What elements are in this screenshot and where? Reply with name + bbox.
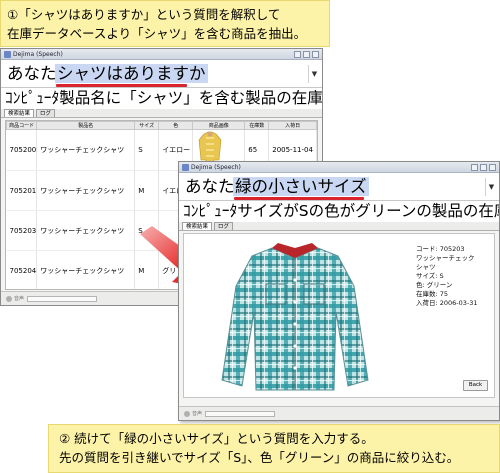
cell-code: 705200: [6, 129, 38, 171]
close-button[interactable]: [312, 51, 319, 58]
query-input[interactable]: 緑の小さいサイズ: [233, 177, 369, 197]
column-header-name[interactable]: 製品名: [36, 121, 136, 130]
caption-step2-line2: 先の質問を引き継いでサイズ「S」、色「グリーン」の商品に絞り込む。: [59, 450, 460, 465]
query-bar: あなた シャツはありますか ▼: [1, 60, 322, 88]
query-bar: あなた 緑の小さいサイズ ▼: [179, 173, 499, 201]
query-text: シャツはありますか: [55, 64, 208, 83]
computer-response: ｺﾝﾋﾟｭｰﾀ製品名に「シャツ」を含む製品の在庫を検: [1, 88, 322, 109]
caption-step1-line2: 在庫データベースより「シャツ」を含む商品を抽出。: [7, 26, 307, 41]
window-titlebar: Dejima (Speech): [1, 49, 322, 60]
caption-step1-line1: ①「シャツはありますか」という質問を解釈して: [7, 7, 281, 22]
cell-name: ワッシャーチェックシャツ: [36, 129, 136, 171]
detail-color: 色: グリーン: [416, 281, 453, 289]
window-titlebar: Dejima (Speech): [179, 162, 499, 173]
computer-response: ｺﾝﾋﾟｭｰﾀサイズがSの色がグリーンの製品の在庫を: [179, 201, 499, 222]
status-label: 音声: [192, 411, 203, 417]
cell-size: S: [134, 129, 160, 171]
status-label: 音声: [14, 296, 25, 302]
detail-name-line1: ワッシャーチェック: [416, 254, 475, 262]
app-window-followup-query: Dejima (Speech) あなた 緑の小さいサイズ ▼ ｺﾝﾋﾟｭｰﾀサイ…: [178, 161, 500, 421]
status-bar: 音声: [179, 406, 499, 420]
app-icon: [4, 51, 11, 58]
cell-size: M: [134, 170, 160, 211]
tab-bar: 検索結果 ログ: [1, 109, 322, 118]
audio-level-bar: [27, 296, 97, 302]
cell-name: ワッシャーチェックシャツ: [36, 210, 136, 251]
chevron-down-icon[interactable]: ▼: [308, 65, 320, 83]
caption-step1: ①「シャツはありますか」という質問を解釈して 在庫データベースより「シャツ」を含…: [0, 0, 330, 47]
product-detail-pane: コード: 705203 ワッシャーチェック シャツ サイズ: S 色: グリーン…: [183, 233, 495, 398]
green-plaid-shirt-image: [221, 243, 369, 391]
emphasis-underline: [234, 197, 364, 200]
caption-step2: ② 続けて「緑の小さいサイズ」という質問を入力する。 先の質問を引き継いでサイズ…: [48, 424, 500, 473]
back-button[interactable]: Back: [463, 380, 488, 391]
minimize-button[interactable]: [471, 164, 478, 171]
tab-search-results[interactable]: 検索結果: [4, 109, 35, 117]
window-title: Dejima (Speech): [13, 51, 63, 58]
product-info: コード: 705203 ワッシャーチェック シャツ サイズ: S 色: グリーン…: [416, 245, 478, 308]
window-title: Dejima (Speech): [191, 164, 241, 171]
cell-name: ワッシャーチェックシャツ: [36, 170, 136, 211]
cell-code: 705203: [6, 210, 38, 251]
detail-size: サイズ: S: [416, 272, 444, 280]
detail-stock: 在庫数: 75: [416, 290, 449, 298]
column-header-image[interactable]: 商品画像: [192, 121, 246, 130]
detail-arrival-date: 入荷日: 2006-03-31: [416, 299, 478, 307]
user-label: あなた: [185, 177, 235, 196]
detail-name-line2: シャツ: [416, 263, 436, 271]
column-header-color[interactable]: 色: [158, 121, 194, 130]
cell-code: 705204: [6, 250, 38, 289]
tab-search-results[interactable]: 検索結果: [182, 222, 213, 230]
maximize-button[interactable]: [303, 51, 310, 58]
maximize-button[interactable]: [480, 164, 487, 171]
tab-log[interactable]: ログ: [36, 109, 56, 117]
column-header-date[interactable]: 入荷日: [268, 121, 317, 130]
detail-code: コード: 705203: [416, 245, 465, 253]
cell-code: 705201: [6, 170, 38, 211]
app-icon: [182, 164, 189, 171]
query-text: 緑の小さいサイズ: [233, 177, 369, 196]
caption-step2-line1: ② 続けて「緑の小さいサイズ」という質問を入力する。: [59, 431, 374, 446]
column-header-size[interactable]: サイズ: [134, 121, 160, 130]
column-header-code[interactable]: 商品コード: [6, 121, 38, 130]
tab-log[interactable]: ログ: [214, 222, 234, 230]
audio-level-bar: [205, 411, 275, 417]
microphone-icon: [6, 296, 12, 302]
query-input[interactable]: シャツはありますか: [55, 64, 208, 84]
microphone-icon: [184, 411, 190, 417]
tab-bar: 検索結果 ログ: [179, 222, 499, 231]
cell-name: ワッシャーチェックシャツ: [36, 250, 136, 289]
close-button[interactable]: [489, 164, 496, 171]
emphasis-underline: [56, 84, 187, 87]
chevron-down-icon[interactable]: ▼: [485, 178, 497, 196]
column-header-stock[interactable]: 在庫数: [244, 121, 270, 130]
minimize-button[interactable]: [294, 51, 301, 58]
user-label: あなた: [7, 64, 57, 83]
